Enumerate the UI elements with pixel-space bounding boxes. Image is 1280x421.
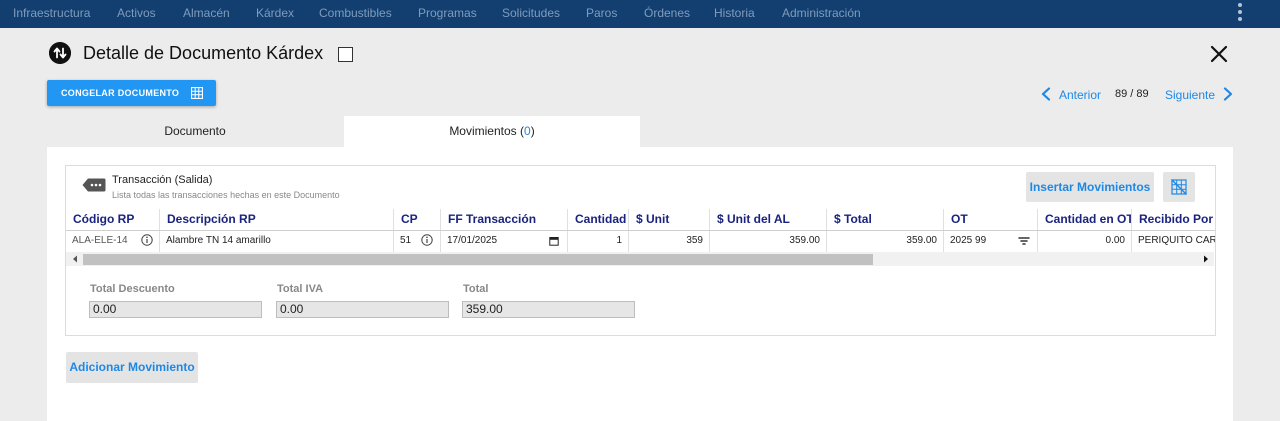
freeze-document-button[interactable]: CONGELAR DOCUMENTO (47, 80, 216, 106)
grid-toggle-button[interactable] (1163, 172, 1195, 202)
nav-item-administracion[interactable]: Administración (782, 0, 861, 28)
insert-movements-button[interactable]: Insertar Movimientos (1026, 172, 1154, 202)
total-label: Total (463, 283, 489, 295)
transaction-title: Transacción (Salida) (112, 174, 213, 186)
column-header-codigo-rp[interactable]: Código RP (66, 209, 160, 231)
cell-cp: 51 (394, 231, 441, 252)
nav-item-ordenes[interactable]: Órdenes (644, 0, 690, 28)
nav-item-historia[interactable]: Historia (714, 0, 755, 28)
cell-cantidad[interactable]: 1 (568, 231, 629, 252)
chevron-right-icon[interactable] (1222, 87, 1234, 101)
scroll-right-arrow-icon[interactable] (1203, 255, 1209, 263)
chevron-left-icon[interactable] (1040, 87, 1052, 101)
label-tag-icon (82, 178, 106, 192)
title-checkbox[interactable] (338, 47, 353, 62)
nav-item-combustibles[interactable]: Combustibles (319, 0, 392, 28)
grid-off-icon (1171, 179, 1187, 195)
pager-count: 89 / 89 (1115, 88, 1149, 100)
column-header-total[interactable]: $ Total (827, 209, 944, 231)
pager-next-link[interactable]: Siguiente (1165, 88, 1215, 102)
more-vert-icon[interactable] (1238, 3, 1242, 21)
cell-unit-al: 359.00 (710, 231, 827, 252)
tab-movimientos-label: Movimientos ( (449, 124, 524, 138)
total-field: 359.00 (462, 301, 635, 318)
grid-freeze-icon (191, 87, 203, 99)
cell-unit[interactable]: 359 (629, 231, 710, 252)
total-iva-field: 0.00 (276, 301, 449, 318)
nav-item-solicitudes[interactable]: Solicitudes (502, 0, 560, 28)
info-icon[interactable] (421, 234, 433, 246)
cell-total: 359.00 (827, 231, 944, 252)
page-title: Detalle de Documento Kárdex (83, 43, 324, 63)
cell-descripcion-rp: Alambre TN 14 amarillo (160, 231, 394, 252)
freeze-document-label: CONGELAR DOCUMENTO (61, 88, 180, 98)
total-iva-label: Total IVA (277, 283, 324, 295)
column-header-unit[interactable]: $ Unit (629, 209, 710, 231)
total-descuento-field: 0.00 (89, 301, 262, 318)
scrollbar-thumb[interactable] (83, 254, 873, 265)
scroll-left-arrow-icon[interactable] (72, 255, 78, 263)
nav-item-paros[interactable]: Paros (586, 0, 617, 28)
pager-previous-link[interactable]: Anterior (1059, 88, 1101, 102)
filter-icon[interactable] (1018, 236, 1030, 246)
column-header-descripcion-rp[interactable]: Descripción RP (160, 209, 394, 231)
info-icon[interactable] (141, 234, 153, 246)
nav-item-activos[interactable]: Activos (117, 0, 156, 28)
tab-documento[interactable]: Documento (47, 116, 343, 147)
nav-item-programas[interactable]: Programas (418, 0, 477, 28)
tab-movimientos-count: 0 (524, 124, 531, 138)
column-header-ot[interactable]: OT (944, 209, 1038, 231)
column-header-recibido-por[interactable]: Recibido Por (1132, 209, 1215, 231)
swap-vertical-icon (49, 42, 71, 64)
top-nav-bar: Infraestructura Activos Almacén Kárdex C… (0, 0, 1280, 28)
column-header-unit-al[interactable]: $ Unit del AL (710, 209, 827, 231)
cell-cantidad-ot: 0.00 (1038, 231, 1132, 252)
transaction-subtitle: Lista todas las transacciones hechas en … (112, 190, 340, 200)
tab-movimientos[interactable]: Movimientos (0) (344, 116, 640, 147)
tab-movimientos-close: ) (530, 124, 535, 138)
nav-item-infraestructura[interactable]: Infraestructura (13, 0, 90, 28)
column-header-ff-transaccion[interactable]: FF Transacción (441, 209, 568, 231)
add-movement-button[interactable]: Adicionar Movimiento (66, 352, 198, 383)
cell-recibido-por: PERIQUITO CARD (1132, 231, 1215, 252)
total-descuento-label: Total Descuento (90, 283, 175, 295)
nav-item-kardex[interactable]: Kárdex (256, 0, 294, 28)
column-header-cantidad-ot[interactable]: Cantidad en OT (1038, 209, 1132, 231)
column-header-cantidad[interactable]: Cantidad (568, 209, 629, 231)
close-icon[interactable] (1209, 44, 1229, 64)
column-header-cp[interactable]: CP (394, 209, 441, 231)
calendar-icon[interactable] (549, 236, 559, 246)
nav-item-almacen[interactable]: Almacén (183, 0, 230, 28)
